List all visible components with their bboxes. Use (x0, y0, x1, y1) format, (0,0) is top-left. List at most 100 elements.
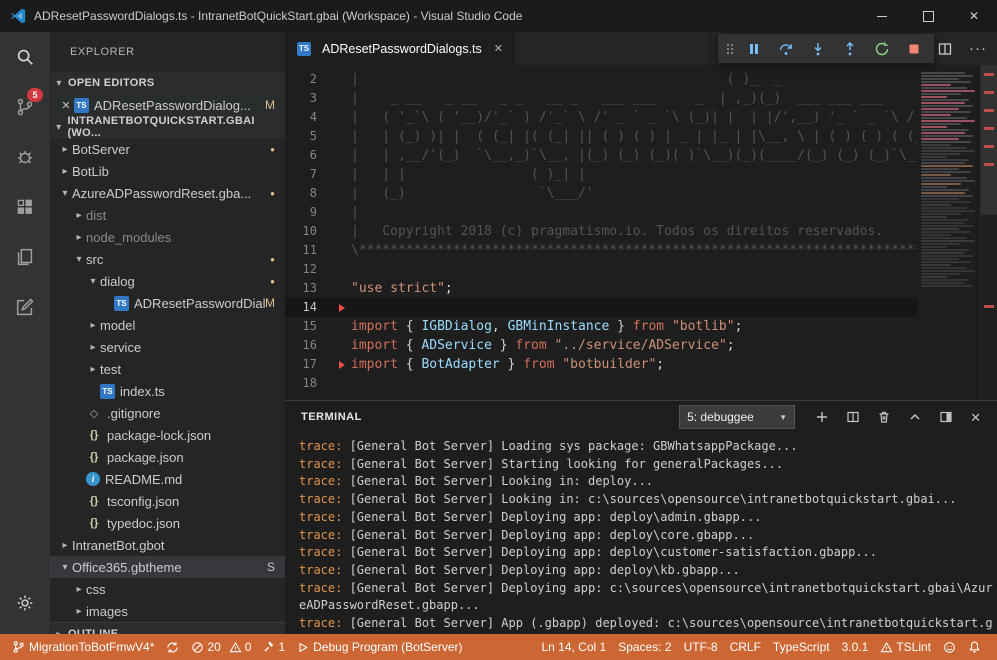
step-into-button[interactable] (804, 36, 832, 62)
close-panel-button[interactable]: ✕ (970, 411, 981, 424)
activitybar-debug[interactable] (0, 132, 50, 182)
terminal-selector[interactable]: 5: debuggee ▼ (679, 405, 795, 429)
code-line-12[interactable]: 12 (285, 260, 997, 279)
tree-item-package-lock-json[interactable]: {}package-lock.json (50, 424, 285, 446)
tree-item-readme-md[interactable]: iREADME.md (50, 468, 285, 490)
tree-item-package-json[interactable]: {}package.json (50, 446, 285, 468)
restart-button[interactable] (868, 36, 896, 62)
activitybar-search[interactable] (0, 32, 50, 82)
activitybar-explorer[interactable] (0, 232, 50, 282)
section-outline[interactable]: ▸ OUTLINE (50, 622, 285, 634)
tree-item-service[interactable]: ▸service (50, 336, 285, 358)
tree-item-model[interactable]: ▸model (50, 314, 285, 336)
tree-item-office365-gbtheme[interactable]: ▾Office365.gbthemeS (50, 556, 285, 578)
code-editor[interactable]: 2| ( )_ _ |3| _ __ _ __ _ _ __ _ ___ ___… (285, 65, 997, 400)
tree-item-typedoc-json[interactable]: {}typedoc.json (50, 512, 285, 534)
step-into-icon (810, 41, 826, 57)
tslint-item[interactable]: TSLint (874, 634, 937, 660)
stop-button[interactable] (900, 36, 928, 62)
new-terminal-button[interactable] (815, 410, 829, 424)
tree-item-css[interactable]: ▸css (50, 578, 285, 600)
indentation-item[interactable]: Spaces: 2 (612, 634, 677, 660)
tree-item-src[interactable]: ▾src● (50, 248, 285, 270)
notifications-item[interactable] (962, 634, 987, 660)
tree-item-adresetpassworddial[interactable]: TSADResetPasswordDial...M (50, 292, 285, 314)
encoding-item[interactable]: UTF-8 (678, 634, 724, 660)
tree-item-dist[interactable]: ▸dist (50, 204, 285, 226)
tree-item-images[interactable]: ▸images (50, 600, 285, 622)
maximize-panel-button[interactable] (908, 410, 922, 424)
code-line-13[interactable]: 13"use strict"; (285, 279, 997, 298)
toolbar-drag-handle[interactable] (724, 36, 736, 62)
kill-terminal-button[interactable] (877, 410, 891, 424)
tslint-label: TSLint (896, 640, 931, 654)
tree-item-intranetbot-gbot[interactable]: ▸IntranetBot.gbot (50, 534, 285, 556)
move-panel-button[interactable] (939, 410, 953, 424)
terminal-output[interactable]: trace: [General Bot Server] Loading sys … (285, 433, 997, 634)
minimize-button[interactable] (859, 0, 905, 32)
code-line-8[interactable]: 8| (_) `\___/' | (285, 184, 997, 203)
code-line-16[interactable]: 16import { ADService } from "../service/… (285, 336, 997, 355)
tree-item-botserver[interactable]: ▸BotServer● (50, 138, 285, 160)
code-line-14[interactable]: 14 (285, 298, 997, 317)
git-branch-item[interactable]: MigrationToBotFmwV4* (6, 634, 160, 660)
split-editor-button[interactable] (937, 41, 953, 57)
task-count: 1 (278, 640, 285, 654)
code-line-7[interactable]: 7| | | ( )_| | | (285, 165, 997, 184)
step-out-button[interactable] (836, 36, 864, 62)
tree-item-tsconfig-json[interactable]: {}tsconfig.json (50, 490, 285, 512)
more-actions-button[interactable]: ··· (969, 44, 987, 54)
scrollbar-thumb[interactable] (981, 65, 997, 215)
terminal-line: trace: [General Bot Server] Looking in: … (299, 473, 997, 491)
code-line-9[interactable]: 9| | (285, 203, 997, 222)
problems-item[interactable]: 20 0 (185, 634, 257, 660)
tree-item-label: README.md (105, 472, 285, 487)
code-line-6[interactable]: 6| | ,__/'(_) `\__,_)`\__, |(_) (_) (_)(… (285, 146, 997, 165)
code-line-10[interactable]: 10| Copyright 2018 (c) pragmatismo.io. T… (285, 222, 997, 241)
pause-button[interactable] (740, 36, 768, 62)
close-icon[interactable]: ✕ (58, 99, 74, 112)
activitybar-source-control[interactable]: 5 (0, 82, 50, 132)
close-window-button[interactable]: ✕ (951, 0, 997, 32)
code-line-3[interactable]: 3| _ __ _ __ _ _ __ _ ___ ___ _ | ,_)(_)… (285, 89, 997, 108)
maximize-button[interactable] (905, 0, 951, 32)
tree-item-dialog[interactable]: ▾dialog● (50, 270, 285, 292)
feedback-item[interactable] (937, 634, 962, 660)
code-line-11[interactable]: 11\*************************************… (285, 241, 997, 260)
activitybar-extensions[interactable] (0, 182, 50, 232)
section-workspace[interactable]: ▾ INTRANETBOTQUICKSTART.GBAI (WO... (50, 116, 285, 138)
eol-item[interactable]: CRLF (724, 634, 767, 660)
tree-item-botlib[interactable]: ▸BotLib (50, 160, 285, 182)
code-line-4[interactable]: 4| ( '_`\ ( '__)/'_` ) /'_` \ /' _ ` _ `… (285, 108, 997, 127)
tab-terminal[interactable]: TERMINAL (301, 411, 362, 423)
tab-adresetpassworddialogs[interactable]: TS ADResetPasswordDialogs.ts ✕ (285, 32, 515, 65)
tree-item-node-modules[interactable]: ▸node_modules (50, 226, 285, 248)
sync-item[interactable] (160, 634, 185, 660)
section-open-editors[interactable]: ▾ OPEN EDITORS (50, 72, 285, 94)
debug-target-item[interactable]: Debug Program (BotServer) (291, 634, 468, 660)
settings-button[interactable] (0, 578, 50, 628)
step-over-button[interactable] (772, 36, 800, 62)
tree-item-azureadpasswordreset-gba[interactable]: ▾AzureADPasswordReset.gba...● (50, 182, 285, 204)
step-out-icon (842, 41, 858, 57)
activitybar-edit[interactable] (0, 282, 50, 332)
language-item[interactable]: TypeScript (767, 634, 836, 660)
editor-scrollbar[interactable] (980, 65, 997, 400)
open-editor-item[interactable]: ✕ TS ADResetPasswordDialog... M (50, 94, 285, 116)
close-icon[interactable]: ✕ (494, 42, 503, 55)
code-line-18[interactable]: 18 (285, 374, 997, 393)
tree-item-index-ts[interactable]: TSindex.ts (50, 380, 285, 402)
code-line-2[interactable]: 2| ( )_ _ | (285, 70, 997, 89)
tree-item-test[interactable]: ▸test (50, 358, 285, 380)
code-line-15[interactable]: 15import { IGBDialog, GBMinInstance } fr… (285, 317, 997, 336)
minimap[interactable] (917, 65, 981, 400)
code-line-5[interactable]: 5| | (_) )| | ( (_| |( (_| || ( ) ( ) | … (285, 127, 997, 146)
tasks-item[interactable]: 1 (257, 634, 291, 660)
ts-version-item[interactable]: 3.0.1 (836, 634, 875, 660)
cursor-position-item[interactable]: Ln 14, Col 1 (535, 634, 612, 660)
code-line-17[interactable]: 17import { BotAdapter } from "botbuilder… (285, 355, 997, 374)
code-text (337, 374, 351, 393)
split-terminal-button[interactable] (846, 410, 860, 424)
git-branch-icon (12, 640, 25, 654)
tree-item-gitignore[interactable]: ◇.gitignore (50, 402, 285, 424)
